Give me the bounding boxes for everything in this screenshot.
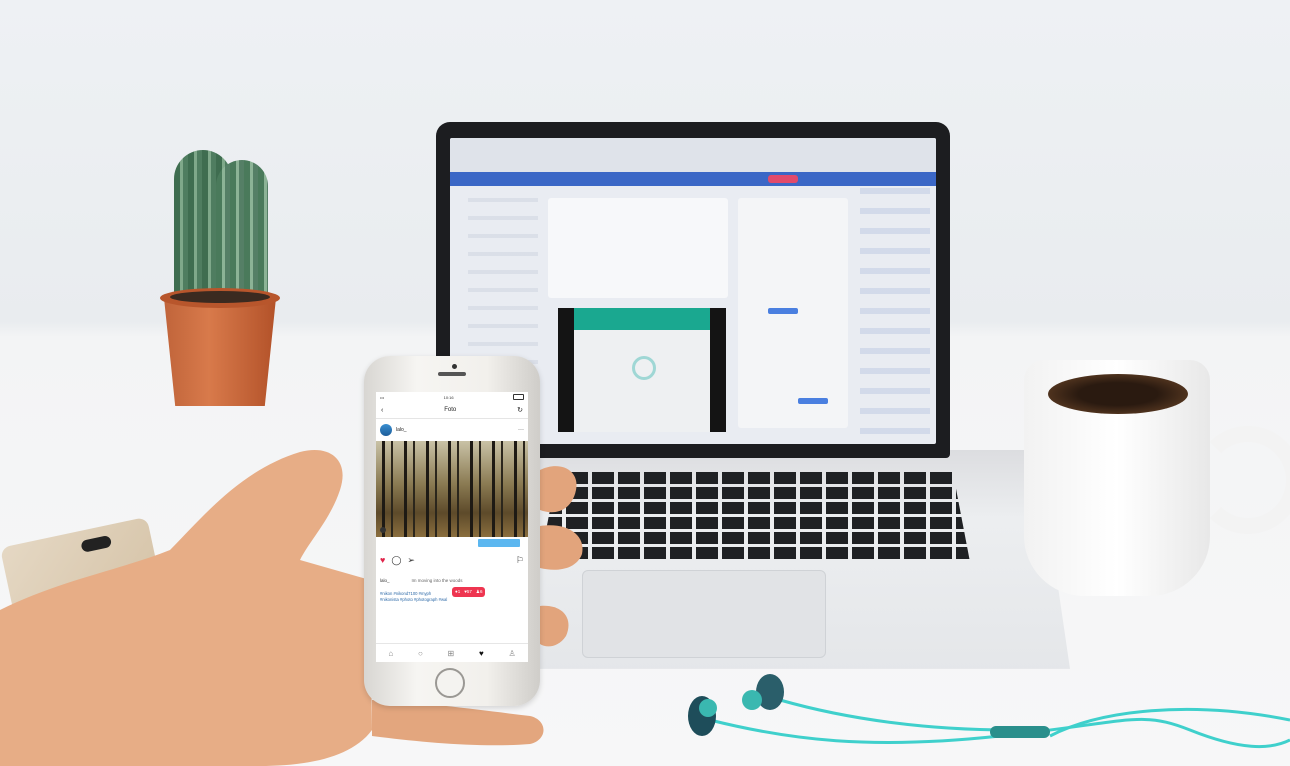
tab-bar: ⌂ ○ ⊞ ♥ ♙ (376, 643, 528, 662)
feed-video (558, 308, 726, 432)
inline-remote (990, 726, 1050, 738)
cactus-stem-back (216, 160, 268, 305)
signal-icon: ••• (380, 394, 385, 400)
chat-sidebar (860, 188, 930, 438)
add-post-icon[interactable]: ⊞ (448, 649, 455, 658)
earpiece-speaker (438, 372, 466, 376)
nav-bar: ‹ Foto ↻ (376, 402, 528, 419)
activity-heart-icon[interactable]: ♥ (479, 649, 484, 658)
refresh-button[interactable]: ↻ (517, 406, 523, 414)
ear-tip-right (742, 690, 762, 710)
laptop-trackpad (582, 570, 826, 658)
social-nav-bar (450, 172, 936, 186)
search-icon[interactable]: ○ (418, 649, 423, 658)
battery-icon (513, 394, 524, 400)
post-username[interactable]: lalo_ (396, 427, 407, 433)
follower-count: 6 (479, 589, 483, 594)
comment-count: 1 (457, 589, 461, 594)
activity-badge[interactable]: ●1 ♥57 ♟6 (452, 587, 486, 597)
caption-text: Im moving into the woods (411, 577, 463, 583)
notification-indicator (768, 175, 798, 183)
hashtags: #nikon #nikond7100 #myph #nikonista #pho… (376, 587, 528, 615)
smartphone: ••• 10:16 ‹ Foto ↻ lalo_ ··· ♥ ◯ ➢ ⚐ lal… (364, 356, 540, 706)
cactus-plant (160, 150, 282, 410)
promo-button[interactable] (478, 539, 520, 547)
coffee (1048, 374, 1188, 414)
home-button[interactable] (435, 668, 465, 698)
post-photo[interactable] (376, 441, 528, 537)
profile-icon[interactable]: ♙ (508, 649, 515, 658)
share-icon[interactable]: ➢ (407, 555, 415, 566)
status-time: 10:16 (443, 394, 454, 400)
loading-spinner-icon (632, 356, 656, 380)
back-button[interactable]: ‹ (381, 407, 383, 414)
hashtags-line[interactable]: #nikonista #photo #photograph #wal (380, 597, 524, 603)
video-frame (574, 308, 710, 432)
earphones (688, 674, 1290, 748)
caption-username[interactable]: lalo_ (380, 578, 390, 583)
post-header: lalo_ ··· (376, 419, 528, 441)
ear-tip-left (699, 699, 717, 717)
home-icon[interactable]: ⌂ (388, 649, 393, 658)
coffee-cup (1024, 360, 1290, 596)
promo-strip (376, 537, 528, 551)
bookmark-icon[interactable]: ⚐ (516, 555, 524, 566)
laptop-keyboard (540, 472, 970, 562)
post-actions: ♥ ◯ ➢ ⚐ (376, 551, 528, 569)
clay-pot (164, 298, 276, 406)
cup-handle (1194, 426, 1290, 534)
heart-icon[interactable]: ♥ (380, 555, 385, 565)
feed-post (548, 198, 728, 298)
like-count: 57 (466, 589, 472, 594)
forest-image (376, 441, 528, 537)
instagram-screen: ••• 10:16 ‹ Foto ↻ lalo_ ··· ♥ ◯ ➢ ⚐ lal… (376, 392, 528, 662)
more-options-button[interactable]: ··· (518, 427, 524, 433)
status-bar: ••• 10:16 (376, 392, 528, 402)
video-header (574, 308, 710, 330)
comment-icon[interactable]: ◯ (391, 555, 401, 566)
panel-button (768, 308, 798, 314)
page-title: Foto (444, 407, 457, 413)
front-camera (452, 364, 457, 369)
desk-scene: ••• 10:16 ‹ Foto ↻ lalo_ ··· ♥ ◯ ➢ ⚐ lal… (0, 0, 1290, 766)
avatar[interactable] (380, 424, 392, 436)
panel-button (798, 398, 828, 404)
tagged-user-icon[interactable] (380, 527, 386, 533)
pot-soil (170, 291, 270, 303)
right-panel (738, 198, 848, 428)
browser-chrome (450, 138, 936, 172)
